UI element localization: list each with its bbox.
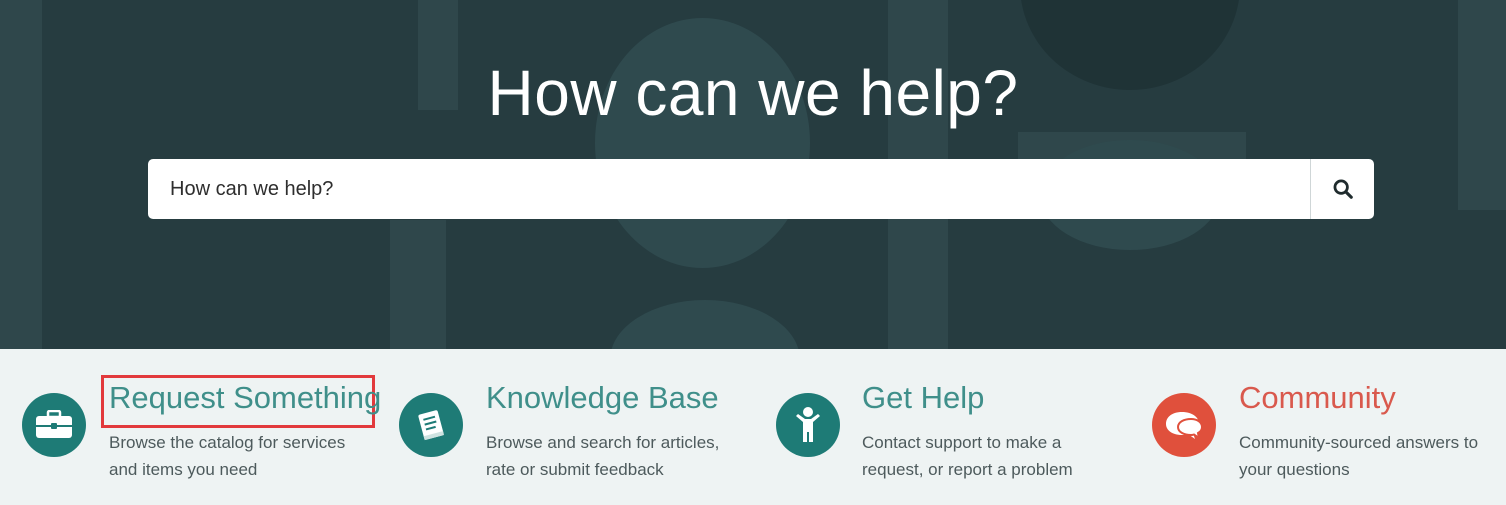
person-icon: [776, 393, 840, 457]
briefcase-icon: [22, 393, 86, 457]
search-input[interactable]: [148, 159, 1310, 219]
feature-get-help[interactable]: Get Help Contact support to make a reque…: [760, 349, 1140, 505]
search-icon: [1333, 179, 1353, 199]
chat-bubbles-icon: [1152, 393, 1216, 457]
background-decoration: [390, 220, 446, 349]
feature-description: Community-sourced answers to your questi…: [1239, 433, 1479, 479]
features-section: Request Something Browse the catalog for…: [0, 349, 1506, 505]
background-decoration: [610, 300, 800, 349]
hero-banner: How can we help?: [0, 0, 1506, 349]
feature-community[interactable]: Community Community-sourced answers to y…: [1140, 349, 1506, 505]
background-decoration: [0, 0, 42, 349]
feature-title[interactable]: Knowledge Base: [486, 380, 719, 416]
page-title: How can we help?: [487, 57, 1019, 129]
feature-title[interactable]: Get Help: [862, 380, 984, 416]
book-icon: [399, 393, 463, 457]
feature-knowledge-base[interactable]: Knowledge Base Browse and search for art…: [380, 349, 760, 505]
search-button[interactable]: [1310, 159, 1374, 219]
feature-description: Browse and search for articles, rate or …: [486, 433, 720, 479]
feature-title[interactable]: Request Something: [109, 380, 381, 416]
search-bar: [148, 159, 1374, 219]
feature-description: Browse the catalog for services and item…: [109, 433, 346, 479]
feature-title[interactable]: Community: [1239, 380, 1396, 416]
feature-description: Contact support to make a request, or re…: [862, 433, 1073, 479]
feature-request-something[interactable]: Request Something Browse the catalog for…: [0, 349, 381, 505]
